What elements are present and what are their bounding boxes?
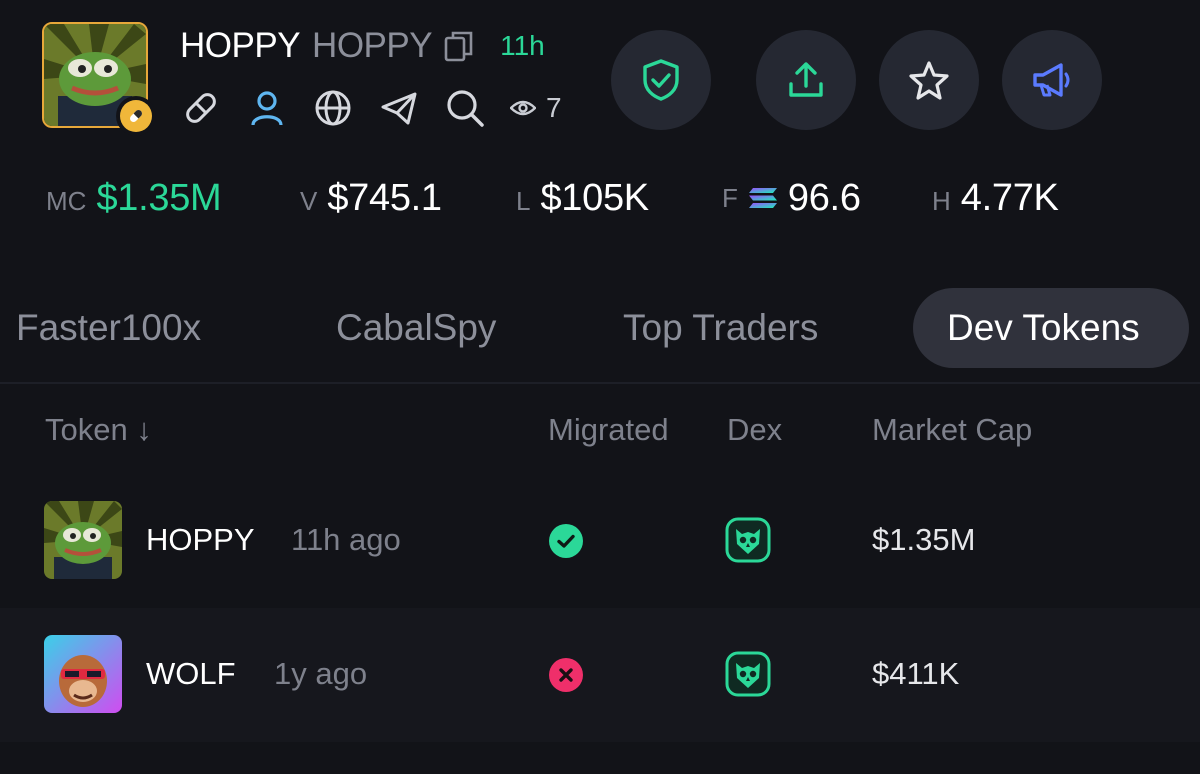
stat-market-cap: MC $1.35M (46, 177, 300, 220)
hoppy-token-image (44, 501, 122, 579)
stat-label: V (300, 185, 318, 216)
tab-cabalspy[interactable]: CabalSpy (336, 288, 496, 368)
share-upload-icon (789, 62, 823, 97)
shield-check-icon (643, 59, 679, 101)
token-age-cell: 11h ago (291, 522, 401, 557)
promote-button[interactable] (1002, 30, 1102, 130)
security-check-button[interactable] (611, 30, 711, 130)
pill-badge (116, 96, 156, 136)
views-count: 7 (546, 92, 562, 123)
x-circle-icon (549, 658, 583, 697)
owl-dex-icon[interactable] (725, 517, 771, 568)
token-name-cell[interactable]: HOPPY (146, 522, 255, 558)
stat-value: $1.35M (96, 176, 222, 219)
pill-link-icon[interactable] (180, 87, 222, 129)
stat-value: $105K (540, 176, 649, 219)
stat-liquidity: L $105K (516, 177, 722, 220)
favorite-button[interactable] (879, 30, 979, 130)
stat-label: F (722, 182, 738, 213)
token-title-row: HOPPY HOPPY 11h (180, 26, 545, 66)
share-button[interactable] (756, 30, 856, 130)
token-age-cell: 1y ago (274, 656, 368, 691)
column-header-dex[interactable]: Dex (727, 408, 782, 452)
token-name-cell[interactable]: WOLF (146, 656, 236, 692)
stat-label: L (516, 185, 531, 216)
table-row[interactable]: WOLF 1y ago $411K (0, 608, 1200, 742)
globe-icon[interactable] (312, 87, 354, 129)
views-counter: 7 (510, 92, 562, 124)
telegram-icon[interactable] (378, 87, 420, 129)
owl-dex-icon[interactable] (725, 651, 771, 702)
token-age: 11h (500, 30, 545, 61)
stat-fees: F 96.6 (722, 177, 932, 220)
market-cap-cell: $1.35M (872, 522, 976, 557)
stats-row: MC $1.35M V $745.1 L $105K F 96.6 H 4.77… (46, 176, 1059, 220)
stat-value: $745.1 (327, 176, 442, 219)
column-header-token[interactable]: Token ↓ (45, 408, 152, 452)
check-circle-icon (549, 524, 583, 563)
column-header-migrated[interactable]: Migrated (548, 408, 669, 452)
stat-volume: V $745.1 (300, 177, 516, 220)
column-header-market-cap[interactable]: Market Cap (872, 408, 1032, 452)
star-icon (909, 61, 949, 100)
dev-user-icon[interactable] (246, 87, 288, 129)
market-cap-cell: $411K (872, 656, 960, 691)
stat-value: 4.77K (960, 176, 1059, 219)
table-row[interactable]: HOPPY 11h ago $1.35M (0, 474, 1200, 608)
tabs-divider (0, 382, 1200, 384)
wolf-token-image (44, 635, 122, 713)
pill-badge-icon (130, 110, 142, 122)
copy-icon[interactable] (444, 30, 474, 62)
stat-value: 96.6 (787, 176, 861, 219)
token-symbol: HOPPY (180, 26, 301, 65)
stat-label: H (932, 185, 951, 216)
solana-icon (748, 188, 777, 208)
eye-icon (510, 100, 536, 116)
megaphone-icon (1033, 63, 1070, 97)
token-name: HOPPY (312, 26, 433, 65)
search-icon[interactable] (444, 87, 486, 129)
token-links-row: 7 (180, 86, 562, 130)
tab-dev-tokens[interactable]: Dev Tokens (913, 288, 1189, 368)
stat-label: MC (46, 185, 87, 216)
token-avatar[interactable] (42, 22, 156, 136)
stat-holders: H 4.77K (932, 177, 1059, 220)
tab-top-traders[interactable]: Top Traders (623, 288, 818, 368)
tab-faster100x[interactable]: Faster100x (16, 288, 201, 368)
